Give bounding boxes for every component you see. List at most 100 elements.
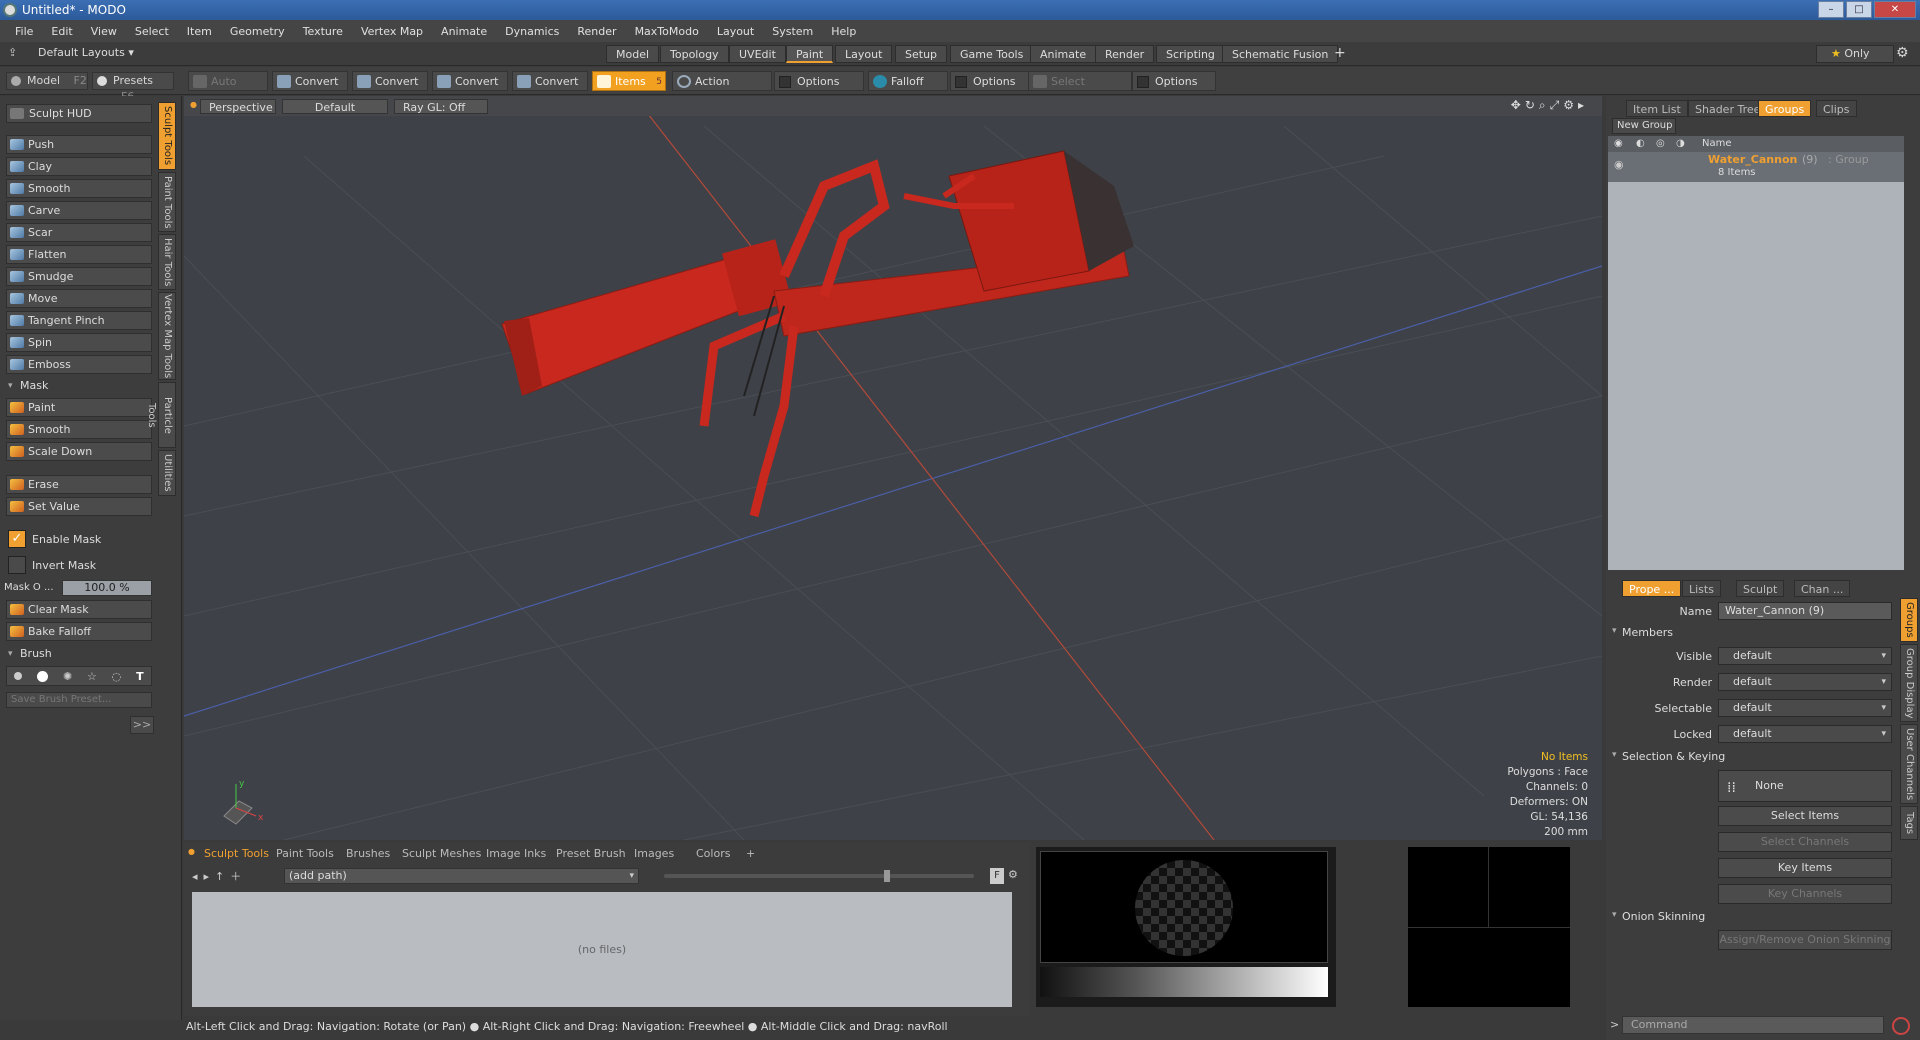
selectable-dropdown[interactable]: default ▾	[1718, 699, 1892, 717]
new-group-button[interactable]: New Group	[1612, 118, 1676, 134]
menu-maxtomodo[interactable]: MaxToModo	[626, 25, 708, 38]
brush-section-header[interactable]: Brush	[6, 646, 152, 662]
btab-add[interactable]: +	[740, 846, 761, 862]
tab-schematic-fusion[interactable]: Schematic Fusion	[1222, 45, 1339, 63]
mask-set-value[interactable]: Set Value	[6, 497, 152, 516]
btab-images[interactable]: Images	[628, 846, 680, 862]
options-checkbox[interactable]	[955, 76, 967, 88]
options-checkbox[interactable]	[779, 76, 791, 88]
tab-groups[interactable]: Groups	[1758, 100, 1812, 117]
default-layouts-dropdown[interactable]: Default Layouts ▾	[38, 46, 134, 59]
btab-sculpt-meshes[interactable]: Sculpt Meshes	[396, 846, 487, 862]
mask-smooth[interactable]: Smooth	[6, 420, 152, 439]
menu-animate[interactable]: Animate	[432, 25, 496, 38]
soft-brush-icon[interactable]	[14, 672, 23, 680]
btab-sculpt-tools[interactable]: Sculpt Tools	[198, 846, 275, 862]
select-icon[interactable]: ◑	[1676, 136, 1685, 152]
tab-game-tools[interactable]: Game Tools	[950, 45, 1034, 63]
options-checkbox[interactable]	[1137, 76, 1149, 88]
name-column-header[interactable]: Name	[1702, 136, 1732, 152]
mask-erase[interactable]: Erase	[6, 475, 152, 494]
menu-render[interactable]: Render	[568, 25, 625, 38]
layouts-icon[interactable]: ⇪	[8, 46, 17, 59]
tool-flatten[interactable]: Flatten	[6, 245, 152, 264]
raygl-toggle[interactable]: Ray GL: Off	[394, 99, 488, 114]
lock-icon[interactable]: ◎	[1656, 136, 1665, 152]
mask-opacity-field[interactable]: 100.0 %	[62, 580, 152, 596]
mask-paint[interactable]: Paint	[6, 398, 152, 417]
tab-model[interactable]: Model	[606, 45, 660, 63]
record-icon[interactable]	[1892, 1017, 1910, 1035]
minimize-button[interactable]: –	[1818, 1, 1844, 18]
3d-viewport[interactable]: y x ● Perspective Default Ray GL: Off ✥↻…	[184, 96, 1602, 840]
auto-select-button[interactable]: Auto Select	[188, 71, 268, 108]
tab-lists[interactable]: Lists	[1682, 580, 1721, 597]
tab-layout[interactable]: Layout	[835, 45, 893, 63]
members-header[interactable]: Members	[1612, 626, 1673, 639]
tool-clay[interactable]: Clay	[6, 157, 152, 176]
tool-tangent-pinch[interactable]: Tangent Pinch	[6, 311, 152, 330]
panel-options-dot[interactable]: ●	[188, 847, 195, 856]
menu-file[interactable]: File	[6, 25, 42, 38]
render-dropdown[interactable]: default ▾	[1718, 673, 1892, 691]
convert-materials-button[interactable]: Convert	[512, 71, 588, 91]
vtab-utilities[interactable]: Utilities	[158, 450, 176, 496]
eye-icon[interactable]: ◉	[1614, 136, 1623, 152]
shading-dropdown[interactable]: Default	[282, 99, 388, 114]
menu-vertex-map[interactable]: Vertex Map	[352, 25, 432, 38]
action-center-options-button[interactable]: Options	[774, 71, 864, 91]
menu-select[interactable]: Select	[126, 25, 178, 38]
eye-icon[interactable]: ◉	[1614, 158, 1624, 171]
tab-animate[interactable]: Animate	[1030, 45, 1097, 63]
tab-channels[interactable]: Chan ...	[1794, 580, 1851, 597]
only-button[interactable]: ★ Only	[1816, 45, 1894, 63]
convert-vertices-button[interactable]: Convert	[272, 71, 348, 91]
menu-layout[interactable]: Layout	[708, 25, 763, 38]
menu-texture[interactable]: Texture	[294, 25, 352, 38]
viewport-options-dot[interactable]: ●	[190, 100, 197, 109]
menu-dynamics[interactable]: Dynamics	[496, 25, 568, 38]
menu-view[interactable]: View	[82, 25, 126, 38]
tab-properties[interactable]: Prope ...	[1622, 580, 1682, 597]
star-brush-icon[interactable]: ☆	[87, 670, 97, 683]
bake-falloff-button[interactable]: Bake Falloff	[6, 622, 152, 641]
file-list-area[interactable]: (no files)	[192, 892, 1012, 1007]
path-dropdown[interactable]: (add path) ▾	[284, 868, 639, 884]
tab-uvedit[interactable]: UVEdit	[729, 45, 786, 63]
tool-spin[interactable]: Spin	[6, 333, 152, 352]
invert-mask-checkbox[interactable]	[8, 556, 26, 574]
tool-move[interactable]: Move	[6, 289, 152, 308]
vtab-sculpt-tools[interactable]: Sculpt Tools	[158, 102, 176, 170]
select-channels-button[interactable]: Select Channels	[1718, 832, 1892, 852]
browser-nav-arrows[interactable]: ◂▸↑＋	[192, 868, 247, 884]
convert-polygons-button[interactable]: Convert	[432, 71, 508, 91]
key-items-button[interactable]: Key Items	[1718, 858, 1892, 878]
view-type-dropdown[interactable]: Perspective	[200, 99, 276, 114]
mask-section-header[interactable]: Mask	[6, 378, 152, 394]
vtab-user-channels[interactable]: User Channels	[1900, 724, 1918, 804]
close-button[interactable]: ✕	[1874, 1, 1916, 18]
btab-image-inks[interactable]: Image Inks	[480, 846, 552, 862]
convert-edges-button[interactable]: Convert	[352, 71, 428, 91]
tab-topology[interactable]: Topology	[660, 45, 729, 63]
group-row-water-cannon[interactable]: ◉ Water_Cannon (9) : Group 8 Items	[1608, 152, 1904, 182]
tab-render[interactable]: Render	[1095, 45, 1155, 63]
splatter-brush-icon[interactable]: ✺	[63, 670, 72, 683]
tool-smooth[interactable]: Smooth	[6, 179, 152, 198]
tool-emboss[interactable]: Emboss	[6, 355, 152, 374]
gear-icon[interactable]: ⚙	[1008, 868, 1018, 881]
vtab-hair-tools[interactable]: Hair Tools	[158, 234, 176, 290]
select-items-button[interactable]: Select Items	[1718, 806, 1892, 826]
btab-brushes[interactable]: Brushes	[340, 846, 396, 862]
save-brush-preset-button[interactable]: Save Brush Preset...	[6, 692, 152, 708]
command-input[interactable]: Command	[1622, 1016, 1884, 1034]
none-selector[interactable]: ⁞⁞ None	[1718, 770, 1892, 802]
sculpt-hud-button[interactable]: Sculpt HUD	[6, 104, 152, 123]
menu-system[interactable]: System	[763, 25, 822, 38]
btab-colors[interactable]: Colors	[690, 846, 736, 862]
vtab-vertex-map-tools[interactable]: Vertex Map Tools	[158, 292, 176, 380]
vtab-groups[interactable]: Groups	[1900, 598, 1918, 642]
clear-mask-button[interactable]: Clear Mask	[6, 600, 152, 619]
tab-scripting[interactable]: Scripting	[1156, 45, 1225, 63]
vtab-paint-tools[interactable]: Paint Tools	[158, 172, 176, 232]
